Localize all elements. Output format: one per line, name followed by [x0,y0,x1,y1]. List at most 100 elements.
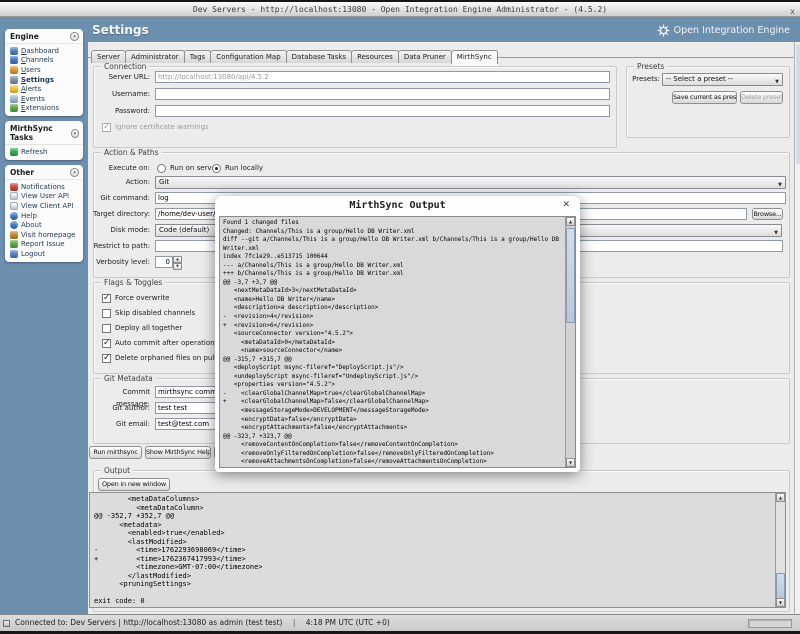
collapse-icon[interactable]: ▴ [70,32,79,41]
sidebar-item-users[interactable]: Users [10,65,83,75]
server-url-input[interactable] [155,71,610,83]
save-preset-button[interactable]: Save current as preset [672,91,737,104]
run-on-server-radio[interactable]: Run on server [157,163,219,173]
dialog-scrollbar[interactable]: ▲ ▼ [565,217,575,467]
sidebar-item-logout[interactable]: Logout [10,249,83,259]
tab-data-pruner[interactable]: Data Pruner [398,50,452,63]
sidebar-item-help[interactable]: Help [10,211,83,221]
help-icon [10,212,18,220]
page-title: Settings [92,23,149,37]
status-connection-text: Connected to: Dev Servers | http://local… [15,618,282,627]
run-locally-radio[interactable]: Run locally [212,163,263,173]
sidebar-item-visit-homepage[interactable]: Visit homepage [10,230,83,240]
client-api-page-icon [10,202,18,210]
brand-gear-icon [657,24,670,37]
homepage-icon [10,231,18,239]
auto-commit-checkbox[interactable]: Auto commit after operations [102,338,218,348]
tab-server[interactable]: Server [91,50,126,63]
engine-panel: Engine ▴ Dashboard Channels Users Settin… [5,29,83,116]
notifications-icon [10,183,18,191]
delete-preset-button[interactable]: Delete preset [740,91,783,104]
username-input[interactable] [155,88,610,100]
verbosity-spinner[interactable]: 0 ▲▼ [155,256,182,270]
tab-resources[interactable]: Resources [351,50,399,63]
tab-configuration-map[interactable]: Configuration Map [210,50,286,63]
run-mirthsync-button[interactable]: Run mirthsync [89,446,142,459]
presets-label: Presets: [622,73,660,85]
git-email-label: Git email: [90,418,150,430]
delete-orphaned-checkbox[interactable]: Delete orphaned files on pull [102,353,216,363]
restrict-path-label: Restrict to path: [90,240,150,252]
sidebar-item-about[interactable]: About [10,220,83,230]
checkbox-icon [102,309,111,318]
user-api-page-icon [10,192,18,200]
spinner-down-icon[interactable]: ▼ [173,263,182,270]
status-progress-box [748,619,792,628]
sidebar-item-settings[interactable]: Settings [10,75,83,85]
auto-commit-label: Auto commit after operations [115,339,218,347]
collapse-icon[interactable]: ▴ [71,129,79,138]
skip-disabled-checkbox[interactable]: Skip disabled channels [102,308,195,318]
execute-on-label: Execute on: [90,162,150,174]
target-directory-label: Target directory: [90,208,150,220]
tab-database-tasks[interactable]: Database Tasks [286,50,352,63]
info-icon [10,221,18,229]
scroll-down-icon[interactable]: ▼ [776,598,785,607]
git-author-label: Git author: [90,402,150,414]
presets-select[interactable]: -- Select a preset -- [662,73,783,86]
mirthsync-output-dialog: MirthSync Output ✕ Found 1 changed files… [215,196,580,472]
scrollbar-thumb[interactable] [776,573,785,599]
scroll-down-icon[interactable]: ▼ [566,458,575,467]
sidebar-item-view-user-api[interactable]: View User API [10,192,83,202]
radio-icon [212,164,221,173]
scroll-up-icon[interactable]: ▲ [776,493,785,502]
sidebar-item-dashboard[interactable]: Dashboard [10,46,83,56]
server-url-label: Server URL: [90,71,150,83]
git-command-label: Git command: [90,192,150,204]
status-bar: Connected to: Dev Servers | http://local… [0,614,800,631]
output-scrollbar[interactable]: ▲ ▼ [775,493,785,607]
sidebar-item-channels[interactable]: Channels [10,56,83,66]
engine-panel-title: Engine [10,32,39,41]
verbosity-label: Verbosity level: [90,256,150,268]
scroll-up-icon[interactable]: ▲ [566,217,575,226]
content-scrollbar[interactable] [794,42,800,614]
sidebar-item-notifications[interactable]: Notifications [10,182,83,192]
scrollbar-thumb[interactable] [796,44,800,164]
password-input[interactable] [155,105,610,117]
sidebar-item-report-issue[interactable]: Report Issue [10,240,83,250]
refresh-icon [10,148,18,156]
brand-label: Open Integration Engine [674,25,790,36]
scrollbar-thumb[interactable] [566,228,575,323]
sidebar-item-events[interactable]: Events [10,94,83,104]
deploy-all-checkbox[interactable]: Deploy all together [102,323,182,333]
ignore-cert-checkbox[interactable]: Ignore certificate warnings [102,122,209,132]
settings-tabs: ServerAdministratorTagsConfiguration Map… [91,44,497,58]
collapse-icon[interactable]: ▴ [70,168,79,177]
dialog-output-area[interactable]: Found 1 changed files Changed: Channels/… [219,216,576,468]
delete-orphaned-label: Delete orphaned files on pull [115,354,216,362]
alert-warning-icon [10,85,18,93]
sidebar-item-extensions[interactable]: Extensions [10,104,83,114]
extensions-icon [10,104,18,112]
dialog-title: MirthSync Output [215,196,580,216]
window-titlebar: Dev Servers - http://localhost:13080 - O… [0,0,800,17]
sidebar-item-refresh[interactable]: Refresh [10,147,83,157]
browse-button[interactable]: Browse... [752,208,783,220]
tab-tags[interactable]: Tags [184,50,212,63]
force-overwrite-checkbox[interactable]: Force overwrite [102,293,169,303]
tab-administrator[interactable]: Administrator [125,50,185,63]
sidebar-item-view-client-api[interactable]: View Client API [10,201,83,211]
dialog-close-icon[interactable]: ✕ [562,200,570,210]
spinner-up-icon[interactable]: ▲ [173,256,182,263]
open-new-window-button[interactable]: Open in new window [98,478,170,491]
commit-message-label: Commit message: [90,386,150,398]
show-help-button[interactable]: Show MirthSync Help [145,446,211,459]
tab-mirthsync[interactable]: MirthSync [451,50,498,64]
sidebar-item-alerts[interactable]: Alerts [10,84,83,94]
logout-icon [10,250,18,258]
output-textarea[interactable]: <metaDataColumns> <metaDataColumn> @@ -3… [89,492,786,608]
events-icon [10,95,18,103]
mirthsync-tasks-panel: MirthSync Tasks ▴ Refresh [5,121,83,160]
action-select[interactable]: Git [155,176,786,189]
